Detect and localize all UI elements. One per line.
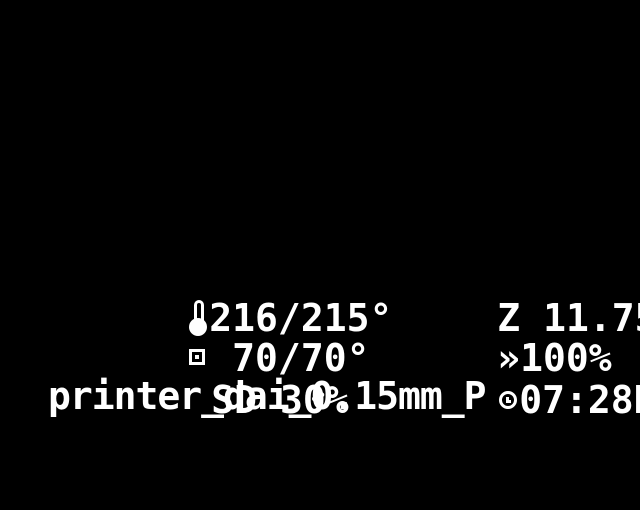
status-row-2: 70/70° »100% [52,292,612,380]
printer-lcd-screen: 216/215° Z 11.75 70/70° »100% SD 30% 07:… [0,0,640,480]
status-row-1: 216/215° Z 11.75 [52,252,640,340]
status-message: printer_dai_0.15mm_P [48,374,487,418]
status-message-row: printer_dai_0.15mm_P [48,374,628,418]
status-row-3: SD 30% 07:28R [52,334,640,422]
